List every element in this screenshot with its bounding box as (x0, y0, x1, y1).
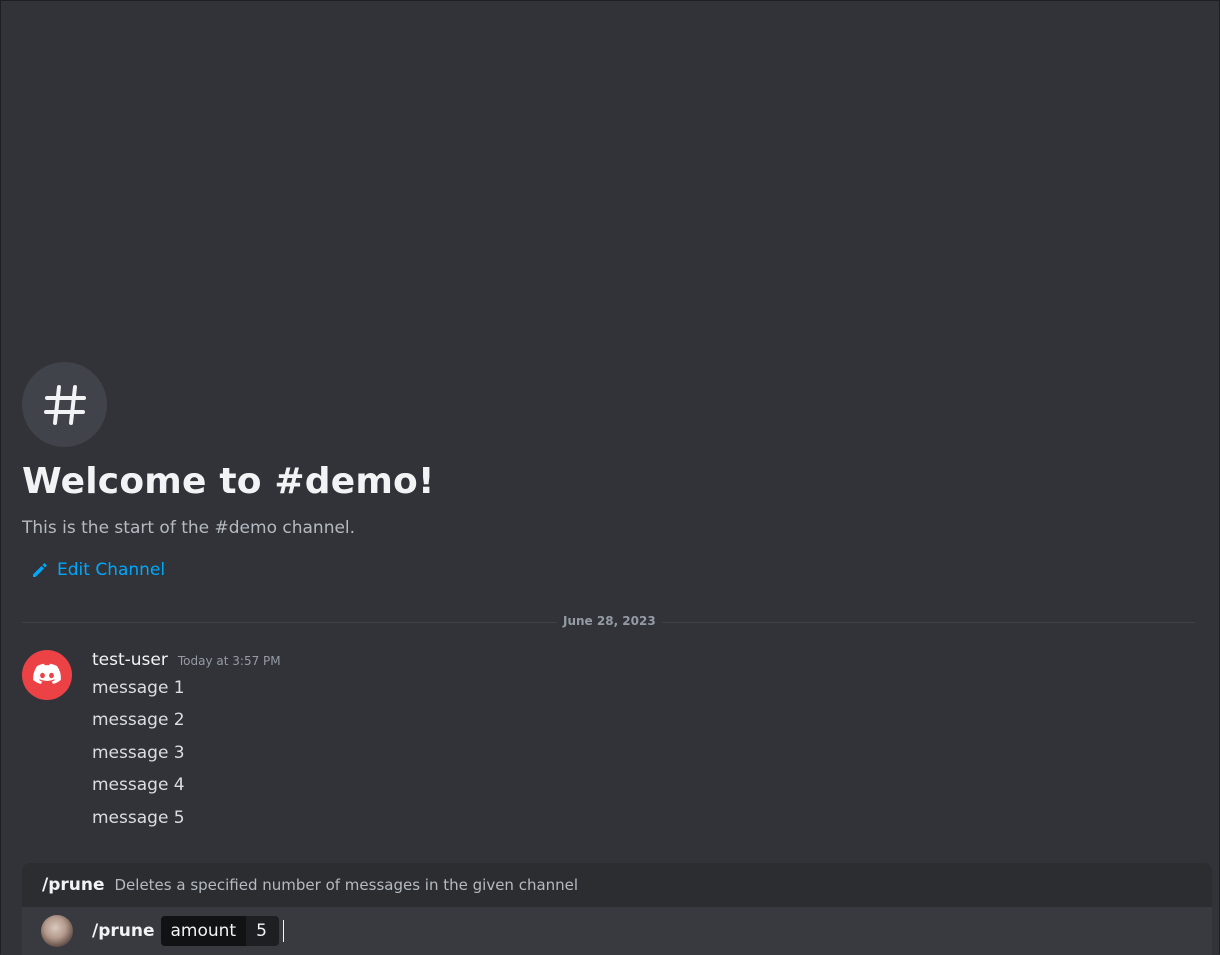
welcome-title: Welcome to #demo! (22, 461, 435, 502)
message-text: message 3 (92, 743, 185, 763)
message-text: message 4 (92, 775, 185, 795)
param-name: amount (160, 916, 247, 946)
hash-icon (43, 384, 86, 425)
username[interactable]: test-user (92, 650, 168, 670)
command-suggestion[interactable]: /prune Deletes a specified number of mes… (22, 863, 1212, 907)
command-param-chip[interactable]: amount 5 (160, 916, 279, 946)
avatar[interactable] (22, 650, 72, 700)
command-suggestion-description: Deletes a specified number of messages i… (114, 876, 579, 894)
user-avatar (41, 915, 73, 947)
message-input[interactable]: /prune amount 5 (22, 907, 1212, 955)
edit-channel-link[interactable]: Edit Channel (31, 560, 165, 580)
edit-channel-label[interactable]: Edit Channel (57, 560, 165, 580)
chat-area: Welcome to #demo! This is the start of t… (0, 0, 1220, 955)
command-suggestion-name[interactable]: /prune (42, 875, 105, 895)
message-text: message 5 (92, 808, 185, 828)
discord-logo-icon (33, 663, 61, 684)
divider-date: June 28, 2023 (557, 614, 662, 628)
welcome-subtitle: This is the start of the #demo channel. (22, 518, 356, 538)
param-value-input[interactable]: 5 (246, 916, 279, 946)
message-text: message 2 (92, 710, 185, 730)
channel-hash-icon (22, 362, 107, 447)
pencil-icon (33, 563, 47, 577)
text-caret (282, 920, 284, 942)
input-command: /prune (92, 921, 155, 941)
timestamp: Today at 3:57 PM (177, 654, 281, 668)
message-text: message 1 (92, 678, 185, 698)
message-header: test-user Today at 3:57 PM (92, 650, 281, 670)
